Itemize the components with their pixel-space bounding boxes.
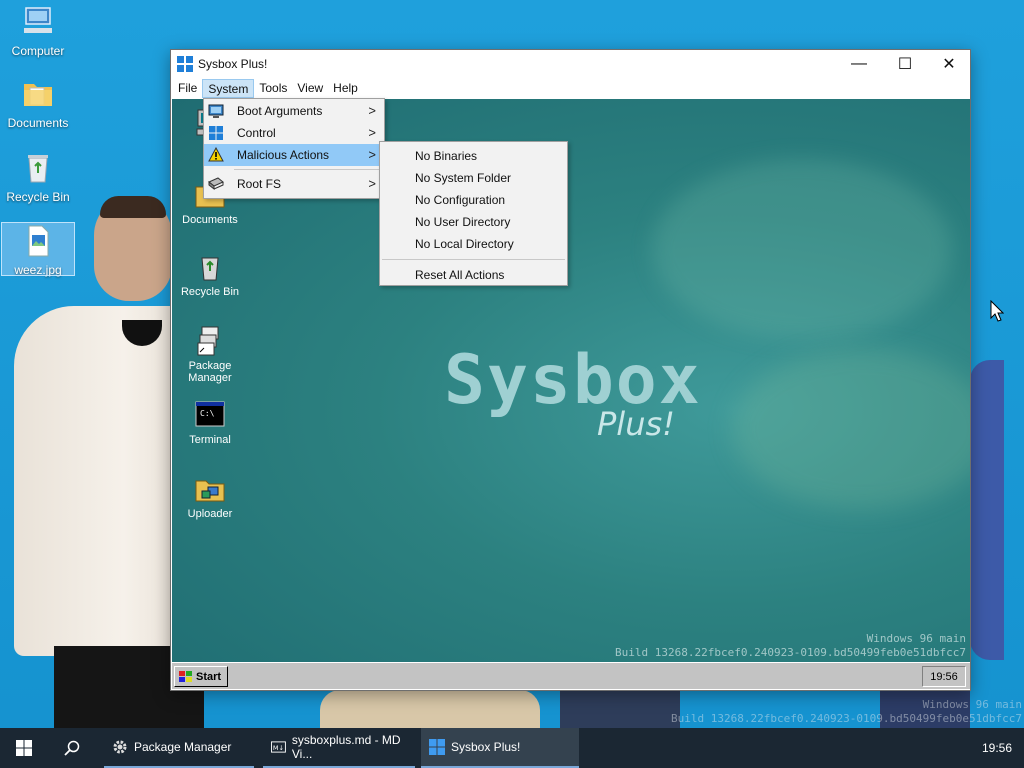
wallpaper-person: [970, 360, 1004, 660]
inner-icon-terminal[interactable]: C:\ Terminal: [172, 399, 248, 446]
documents-folder-icon: [20, 76, 56, 112]
window-title: Sysbox Plus!: [198, 57, 268, 71]
emulated-clock: 19:56: [922, 666, 966, 687]
inner-icon-label: Package Manager: [188, 360, 232, 384]
taskbar-app-label: sysboxplus.md - MD Vi...: [291, 733, 401, 761]
desktop-watermark: Windows 96 main Build 13268.22fbcef0.240…: [671, 698, 1022, 726]
start-label: Start: [196, 670, 222, 683]
menu-view[interactable]: View: [292, 79, 328, 98]
menu-item-reset-all-actions[interactable]: Reset All Actions: [380, 264, 567, 286]
desktop-icon-computer[interactable]: Computer: [2, 4, 74, 58]
monitor-icon: [208, 103, 224, 119]
system-menu: Boot Arguments > Control > Malicious Act…: [203, 98, 385, 199]
markdown-icon: M↓: [271, 741, 286, 753]
taskbar-app-label: Package Manager: [134, 740, 232, 754]
desktop-icon-label: Computer: [11, 44, 65, 58]
inner-icon-label: Recycle Bin: [180, 286, 240, 298]
menu-item-no-binaries[interactable]: No Binaries: [380, 145, 567, 167]
maximize-button[interactable]: ☐: [882, 50, 928, 78]
menu-item-no-local-directory[interactable]: No Local Directory: [380, 233, 567, 255]
taskbar-app-sysbox-plus[interactable]: Sysbox Plus!: [421, 728, 579, 768]
menu-item-control[interactable]: Control >: [204, 122, 384, 144]
terminal-icon: C:\: [194, 399, 226, 431]
taskbar-app-package-manager[interactable]: Package Manager: [104, 728, 254, 768]
system-taskbar: Package Manager M↓ sysboxplus.md - MD Vi…: [0, 728, 1024, 768]
start-button[interactable]: [0, 728, 48, 768]
taskbar-app-label: Sysbox Plus!: [451, 740, 521, 754]
emulated-start-button[interactable]: Start: [174, 666, 228, 687]
minimize-button[interactable]: —: [836, 50, 882, 78]
close-button[interactable]: ✕: [926, 50, 972, 78]
windows-logo-icon: [177, 56, 193, 72]
watermark-line: Windows 96 main: [922, 698, 1022, 711]
build-line: Build 13268.22fbcef0.240923-0109.bd50499…: [615, 646, 966, 659]
svg-text:C:\: C:\: [200, 409, 215, 418]
menu-item-label: Control: [237, 126, 276, 140]
chevron-right-icon: >: [368, 125, 376, 140]
warning-icon: [208, 146, 224, 163]
menu-item-no-configuration[interactable]: No Configuration: [380, 189, 567, 211]
watermark-line: Build 13268.22fbcef0.240923-0109.bd50499…: [671, 712, 1022, 725]
desktop-icon-recycle-bin[interactable]: Recycle Bin: [2, 150, 74, 204]
windows-logo-icon: [429, 739, 445, 755]
image-file-icon: [20, 223, 56, 259]
uploader-icon: [194, 473, 226, 505]
build-watermark: Windows 96 main Build 13268.22fbcef0.240…: [615, 632, 966, 660]
menu-item-label: Malicious Actions: [237, 148, 330, 162]
chevron-right-icon: >: [368, 176, 376, 191]
desktop-icon-label: weez.jpg: [14, 263, 62, 277]
computer-icon: [20, 4, 56, 40]
window-titlebar[interactable]: Sysbox Plus! — ☐ ✕: [171, 50, 970, 78]
package-manager-icon: [194, 325, 226, 357]
search-button[interactable]: [48, 728, 96, 768]
memory-chip-icon: [208, 176, 224, 192]
recycle-bin-icon: [194, 251, 226, 283]
start-logo-icon: [179, 670, 192, 682]
menu-tools[interactable]: Tools: [254, 79, 292, 98]
search-icon: [64, 740, 80, 756]
taskbar-clock[interactable]: 19:56: [982, 728, 1012, 768]
inner-icon-package-manager[interactable]: Package Manager: [172, 325, 248, 384]
chevron-right-icon: >: [368, 147, 376, 162]
emulated-taskbar: Start 19:56: [172, 662, 970, 689]
inner-icon-uploader[interactable]: Uploader: [172, 473, 248, 520]
menu-item-label: Boot Arguments: [237, 104, 323, 118]
sysbox-logo-subtitle: Plus!: [597, 405, 675, 443]
desktop-icon-label: Documents: [7, 116, 69, 130]
recycle-bin-icon: [20, 150, 56, 186]
menu-separator: [234, 169, 382, 170]
taskbar-app-md-viewer[interactable]: M↓ sysboxplus.md - MD Vi...: [263, 728, 415, 768]
malicious-actions-submenu: No Binaries No System Folder No Configur…: [379, 141, 568, 286]
build-line: Windows 96 main: [866, 632, 966, 645]
desktop-icon-weez-jpg[interactable]: weez.jpg: [1, 222, 75, 277]
inner-icon-recycle-bin[interactable]: Recycle Bin: [172, 251, 248, 298]
menu-item-root-fs[interactable]: Root FS >: [204, 173, 384, 195]
inner-icon-label: Terminal: [189, 434, 231, 446]
menu-item-no-user-directory[interactable]: No User Directory: [380, 211, 567, 233]
windows-logo-icon: [16, 740, 32, 756]
menu-file[interactable]: File: [173, 79, 202, 98]
windows-logo-icon: [208, 125, 224, 141]
menu-item-label: Root FS: [237, 177, 282, 191]
menu-system[interactable]: System: [202, 79, 255, 98]
menu-help[interactable]: Help: [328, 79, 363, 98]
menu-item-malicious-actions[interactable]: Malicious Actions >: [204, 144, 384, 166]
menubar: File System Tools View Help: [171, 78, 970, 99]
inner-icon-label: Documents: [182, 214, 238, 226]
desktop-icon-documents[interactable]: Documents: [2, 76, 74, 130]
inner-icon-label: Uploader: [187, 508, 233, 520]
menu-separator: [382, 259, 565, 260]
gear-icon: [113, 740, 127, 754]
menu-item-no-system-folder[interactable]: No System Folder: [380, 167, 567, 189]
desktop-icon-label: Recycle Bin: [6, 190, 70, 204]
menu-item-boot-arguments[interactable]: Boot Arguments >: [204, 100, 384, 122]
svg-text:M↓: M↓: [273, 744, 284, 752]
chevron-right-icon: >: [368, 103, 376, 118]
